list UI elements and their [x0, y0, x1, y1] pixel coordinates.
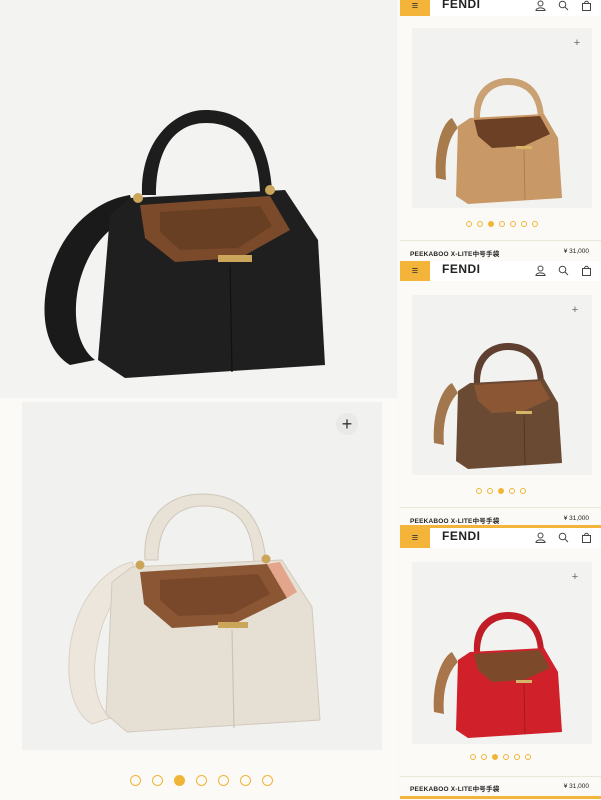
divider — [400, 776, 601, 777]
account-icon[interactable] — [534, 264, 546, 276]
carousel-dot[interactable] — [481, 754, 487, 760]
carousel-dot[interactable] — [532, 221, 538, 227]
carousel-dot-active[interactable] — [492, 754, 498, 760]
divider — [400, 507, 601, 508]
accent-bar — [400, 796, 601, 799]
product-name[interactable]: PEEKABOO X-LITE中号手袋 — [410, 248, 499, 258]
product-name[interactable]: PEEKABOO X-LITE中号手袋 — [410, 515, 499, 525]
product-price: ¥ 31,000 — [563, 783, 589, 790]
tan-bag-illustration — [435, 78, 562, 204]
divider — [400, 240, 601, 241]
beige-bag-illustration — [68, 493, 321, 733]
brand-logo[interactable]: FENDI — [442, 262, 481, 276]
product-price: ¥ 31,000 — [563, 248, 589, 255]
carousel-dot[interactable] — [487, 488, 493, 494]
carousel-dot[interactable] — [525, 754, 531, 760]
add-to-wishlist-button[interactable]: + — [336, 413, 358, 435]
carousel-dot-active[interactable] — [488, 221, 494, 227]
product-photo-beige — [22, 402, 382, 750]
carousel-dot[interactable] — [503, 754, 509, 760]
carousel-indicator[interactable] — [470, 754, 531, 760]
add-to-wishlist-button[interactable]: + — [570, 36, 584, 50]
carousel-dot[interactable] — [521, 221, 527, 227]
carousel-dot[interactable] — [520, 488, 526, 494]
shopping-bag-icon[interactable] — [580, 531, 592, 543]
carousel-indicator[interactable] — [130, 775, 273, 786]
product-panel-brown: ≡ FENDI + PEEKABOO X-LITE中号手袋 ¥ 31,000 — [400, 261, 601, 528]
search-icon[interactable] — [557, 531, 569, 543]
carousel-dot[interactable] — [240, 775, 251, 786]
product-name[interactable]: PEEKABOO X-LITE中号手袋 — [410, 783, 499, 793]
carousel-dot[interactable] — [196, 775, 207, 786]
carousel-dot[interactable] — [514, 754, 520, 760]
menu-button[interactable]: ≡ — [400, 0, 430, 16]
carousel-dot[interactable] — [510, 221, 516, 227]
product-price: ¥ 31,000 — [563, 515, 589, 522]
search-icon[interactable] — [557, 0, 569, 11]
screenshot-collage: + ≡ FENDI + PEEKABOO X-LITE中号手袋 ¥ 31,000… — [0, 0, 601, 800]
carousel-dot[interactable] — [509, 488, 515, 494]
product-panel-red: ≡ FENDI + PEEKABOO X-LITE中号手袋 ¥ 31,000 — [400, 528, 601, 800]
carousel-dot[interactable] — [218, 775, 229, 786]
carousel-dot[interactable] — [130, 775, 141, 786]
brand-logo[interactable]: FENDI — [442, 0, 481, 11]
red-bag-illustration — [433, 612, 562, 738]
carousel-dot[interactable] — [152, 775, 163, 786]
app-header: ≡ FENDI — [400, 261, 601, 281]
carousel-dot[interactable] — [499, 221, 505, 227]
carousel-dot[interactable] — [477, 221, 483, 227]
app-header: ≡ FENDI — [400, 528, 601, 548]
carousel-dot[interactable] — [470, 754, 476, 760]
product-photo: + — [412, 562, 592, 744]
menu-button[interactable]: ≡ — [400, 528, 430, 548]
app-header: ≡ FENDI — [400, 0, 601, 16]
carousel-dot[interactable] — [476, 488, 482, 494]
shopping-bag-icon[interactable] — [580, 0, 592, 11]
carousel-dot[interactable] — [466, 221, 472, 227]
black-bag-illustration — [44, 110, 325, 378]
product-photo: + — [412, 28, 592, 208]
left-column: + — [0, 0, 397, 800]
add-to-wishlist-button[interactable]: + — [568, 570, 582, 584]
product-panel-tan: ≡ FENDI + PEEKABOO X-LITE中号手袋 ¥ 31,000 — [400, 0, 601, 260]
product-photo: + — [412, 295, 592, 475]
brown-bag-illustration — [433, 343, 562, 469]
shopping-bag-icon[interactable] — [580, 264, 592, 276]
search-icon[interactable] — [557, 264, 569, 276]
carousel-dot-active[interactable] — [174, 775, 185, 786]
product-photo-black — [0, 0, 397, 398]
account-icon[interactable] — [534, 0, 546, 11]
menu-button[interactable]: ≡ — [400, 261, 430, 281]
carousel-indicator[interactable] — [466, 221, 538, 227]
carousel-dot-active[interactable] — [498, 488, 504, 494]
brand-logo[interactable]: FENDI — [442, 529, 481, 543]
carousel-indicator[interactable] — [476, 488, 526, 494]
add-to-wishlist-button[interactable]: + — [568, 303, 582, 317]
account-icon[interactable] — [534, 531, 546, 543]
carousel-dot[interactable] — [262, 775, 273, 786]
